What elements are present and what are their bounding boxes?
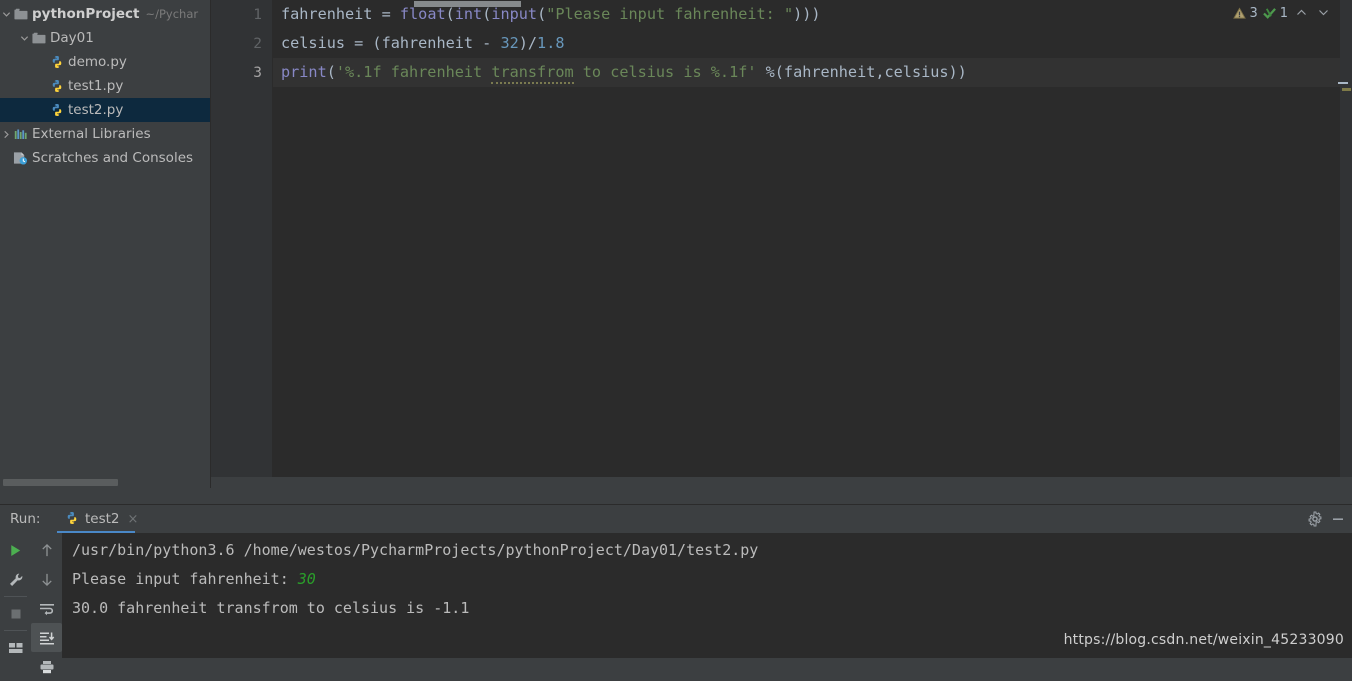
console-line-prompt: Please input fahrenheit: 30 (72, 570, 316, 588)
line-number: 3 (253, 65, 262, 81)
inspection-count: 1 (1279, 5, 1288, 21)
user-input-value: 30 (297, 570, 316, 588)
editor-marker-gutter[interactable] (1340, 0, 1352, 477)
code-line-1[interactable]: fahrenheit = float(int(input("Please inp… (281, 0, 821, 29)
chevron-down-icon[interactable] (1315, 6, 1332, 20)
code-text-area[interactable]: fahrenheit = float(int(input("Please inp… (273, 0, 1352, 477)
run-tab-test2[interactable]: test2 × (57, 505, 146, 533)
minimize-icon[interactable] (1330, 511, 1346, 527)
code-token: float (399, 5, 446, 23)
inspection-status-widget[interactable]: 3 1 (1233, 3, 1332, 23)
run-toolbar-primary (0, 533, 31, 658)
editor-gutter[interactable]: 1 2 3 (211, 0, 272, 477)
tree-item-day01[interactable]: Day01 (0, 26, 210, 50)
code-editor[interactable]: 1 2 3 fahrenheit = float(int(input("Plea… (211, 0, 1352, 477)
python-file-icon (48, 50, 65, 74)
print-button[interactable] (31, 652, 62, 681)
code-line-3[interactable]: print('%.1f fahrenheit transfrom to cels… (281, 58, 967, 87)
chevron-right-icon[interactable] (0, 122, 12, 146)
code-token: ( (537, 5, 547, 23)
scroll-to-end-button[interactable] (31, 623, 62, 652)
python-file-icon (48, 98, 65, 122)
project-tool-window: pythonProject ~/Pychar Day01 demo.py test1.p… (0, 0, 210, 488)
warning-marker[interactable] (1342, 88, 1351, 91)
toolbar-separator (4, 630, 27, 631)
library-icon (12, 122, 29, 146)
project-tree: pythonProject ~/Pychar Day01 demo.py test1.p… (0, 0, 210, 170)
edit-configurations-button[interactable] (0, 565, 31, 594)
code-token: transfrom (491, 63, 574, 84)
code-token: %(fahrenheit,celsius)) (756, 63, 967, 81)
code-token: ))) (793, 5, 821, 23)
console-line-command: /usr/bin/python3.6 /home/westos/PycharmP… (72, 541, 759, 559)
gear-icon[interactable] (1307, 511, 1323, 527)
editor-console-splitter[interactable] (0, 488, 1352, 505)
code-token: to celsius is %.1f' (573, 63, 757, 81)
project-panel-horizontal-scrollbar[interactable] (0, 477, 210, 488)
code-token: int (454, 5, 483, 23)
previous-occurrence-button[interactable] (31, 536, 62, 565)
run-window-label: Run: (10, 511, 41, 527)
code-token: )/ (518, 34, 538, 52)
code-token: print (281, 63, 327, 81)
python-file-icon (48, 74, 65, 98)
tree-item-label: demo.py (68, 54, 127, 70)
code-token: celsius = (fahrenheit - (281, 34, 501, 52)
caret-indicator (1338, 82, 1348, 84)
tree-item-test1[interactable]: test1.py (0, 74, 210, 98)
scratches-icon (12, 146, 29, 170)
warning-count: 3 (1249, 5, 1258, 21)
watermark-url: https://blog.csdn.net/weixin_45233090 (1063, 632, 1344, 648)
folder-icon (30, 26, 47, 50)
tree-item-scratches[interactable]: Scratches and Consoles (0, 146, 210, 170)
tree-item-label: pythonProject (32, 6, 140, 22)
python-file-icon (65, 510, 79, 529)
code-token: ( (445, 5, 455, 23)
code-token: 32 (500, 34, 519, 52)
code-token: "Please input fahrenheit: " (546, 5, 794, 23)
code-token: ( (482, 5, 492, 23)
chevron-up-icon[interactable] (1293, 6, 1310, 20)
tree-item-demo[interactable]: demo.py (0, 50, 210, 74)
tree-item-label: External Libraries (32, 126, 151, 142)
line-number: 2 (253, 36, 262, 52)
soft-wrap-button[interactable] (31, 594, 62, 623)
close-icon[interactable]: × (126, 512, 139, 527)
tree-item-label: Day01 (50, 30, 94, 46)
run-header: Run: test2 × (0, 505, 1352, 533)
code-token: 1.8 (537, 34, 565, 52)
code-token: ( (326, 63, 336, 81)
tree-item-label: test1.py (68, 78, 124, 94)
tree-item-test2[interactable]: test2.py (0, 98, 210, 122)
stop-button[interactable] (0, 599, 31, 628)
tree-item-label: Scratches and Consoles (32, 150, 194, 166)
prompt-text: Please input fahrenheit: (72, 570, 298, 588)
warning-triangle-icon[interactable]: 3 (1233, 5, 1258, 21)
tree-item-label: test2.py (68, 102, 124, 118)
code-token: input (491, 5, 538, 23)
code-line-2[interactable]: celsius = (fahrenheit - 32)/1.8 (281, 29, 564, 58)
line-number: 1 (253, 7, 262, 23)
rerun-button[interactable] (0, 536, 31, 565)
toolbar-separator (4, 596, 27, 597)
code-token: '%.1f fahrenheit (335, 63, 492, 81)
scrollbar-thumb[interactable] (3, 479, 118, 486)
inspection-check-icon[interactable]: 1 (1262, 5, 1288, 21)
tree-item-extlibs[interactable]: External Libraries (0, 122, 210, 146)
tree-item-root[interactable]: pythonProject ~/Pychar (0, 2, 210, 26)
chevron-down-icon[interactable] (18, 26, 30, 50)
folder-icon (12, 2, 29, 26)
console-divider (62, 533, 63, 658)
chevron-down-icon[interactable] (0, 2, 12, 26)
code-token: = (381, 5, 400, 23)
console-line-result: 30.0 fahrenheit transfrom to celsius is … (72, 599, 470, 617)
run-toolbar-secondary (31, 533, 62, 673)
run-tab-label: test2 (85, 511, 120, 527)
pycharm-window: pythonProject ~/Pychar Day01 demo.py test1.p… (0, 0, 1352, 673)
next-occurrence-button[interactable] (31, 565, 62, 594)
code-token: fahrenheit (281, 5, 382, 23)
tree-item-path: ~/Pychar (145, 7, 199, 21)
